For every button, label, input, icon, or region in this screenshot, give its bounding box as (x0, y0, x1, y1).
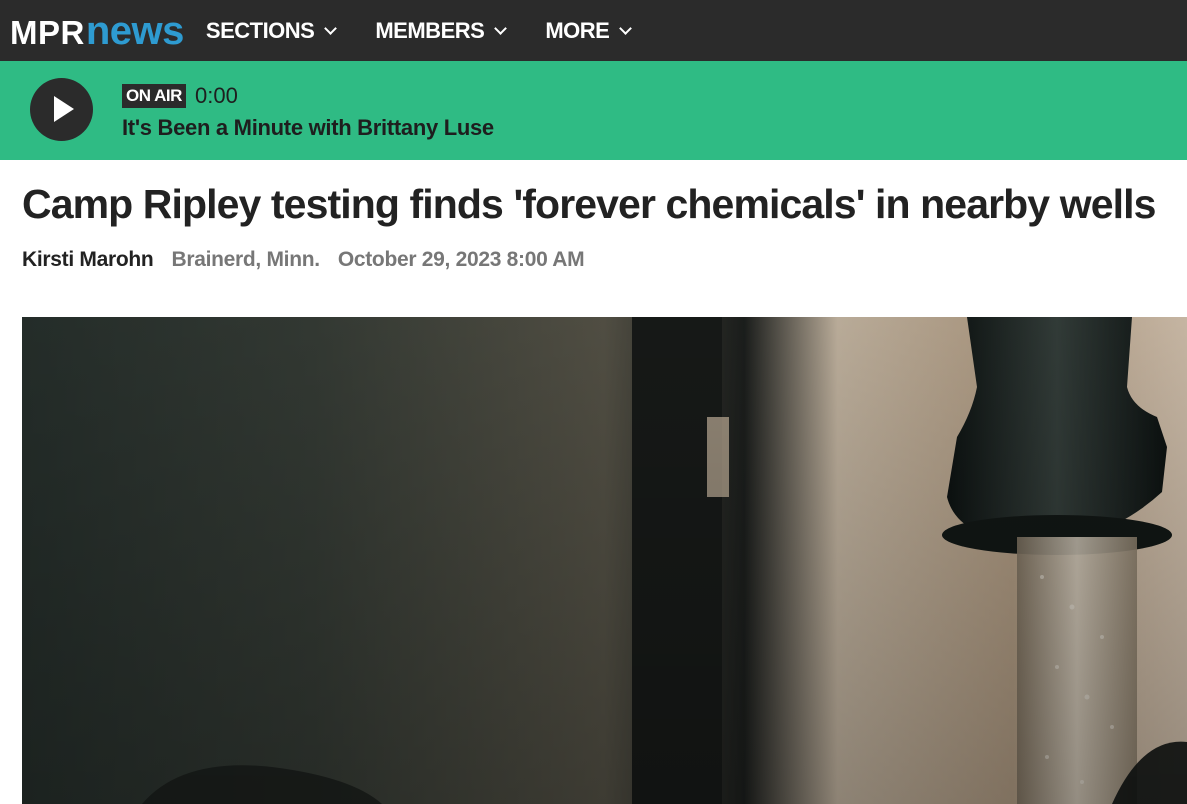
lead-photo (22, 317, 1187, 804)
play-button[interactable] (30, 78, 93, 141)
nav-members[interactable]: MEMBERS (375, 17, 508, 44)
top-nav-bar: MPR news SECTIONS MEMBERS MORE (0, 0, 1187, 61)
nav-sections-label: SECTIONS (205, 17, 315, 43)
main-nav: SECTIONS MEMBERS MORE (206, 18, 670, 44)
nav-more-label: MORE (545, 17, 610, 43)
on-air-badge: ON AIR (122, 84, 186, 108)
author-link[interactable]: Kirsti Marohn (22, 246, 154, 274)
now-playing-title[interactable]: It's Been a Minute with Brittany Luse (122, 115, 494, 141)
nav-members-label: MEMBERS (375, 17, 485, 43)
publish-date: October 29, 2023 8:00 AM (337, 248, 585, 271)
mpr-news-logo[interactable]: MPR news (10, 11, 184, 51)
water-faucet-photo (22, 317, 1187, 804)
live-player-bar: ON AIR 0:00 It's Been a Minute with Brit… (0, 61, 1187, 160)
article-headline: Camp Ripley testing finds 'forever chemi… (22, 181, 1156, 227)
nav-sections[interactable]: SECTIONS (205, 17, 338, 44)
play-icon (54, 96, 74, 122)
dateline-location: Brainerd, Minn. (171, 248, 320, 271)
chevron-down-icon (619, 21, 633, 35)
logo-mpr-text: MPR (10, 13, 85, 51)
chevron-down-icon (494, 21, 508, 35)
player-timer: 0:00 (195, 83, 238, 108)
logo-news-text: news (85, 8, 185, 53)
article-byline: Kirsti Marohn Brainerd, Minn. October 29… (22, 246, 585, 274)
chevron-down-icon (324, 21, 338, 35)
nav-more[interactable]: MORE (545, 17, 633, 44)
